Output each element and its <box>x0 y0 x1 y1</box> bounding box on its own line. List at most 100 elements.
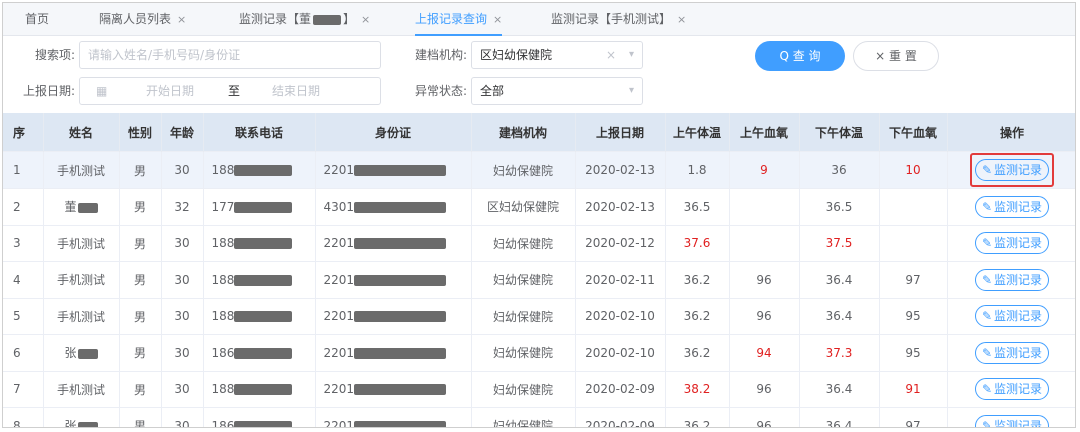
close-icon[interactable]: × <box>177 13 186 26</box>
table-row[interactable]: 6 张 男 30 186 2201 妇幼保健院 2020-02-10 36.2 94 37.3 95 ✎… <box>3 334 1075 371</box>
age-text: 30 <box>174 272 190 287</box>
table-row[interactable]: 1 手机测试 男 30 188 2201 妇幼保健院 2020-02-13 1.8 9 36 10 ✎ 监… <box>3 151 1075 189</box>
column-header: 性别 <box>119 113 162 152</box>
table-cell: 91 <box>879 370 948 408</box>
id-text: 2201 <box>323 236 355 251</box>
status-select[interactable]: 全部 ▾ <box>471 77 643 105</box>
monitor-record-button[interactable]: ✎ 监测记录 <box>974 268 1050 291</box>
tab-isolated-list[interactable]: 隔离人员列表 × <box>99 3 186 35</box>
pm-spo2-text: 91 <box>905 382 921 397</box>
date-end-input[interactable]: 结束日期 <box>272 78 320 104</box>
edit-pen-icon: ✎ <box>981 309 993 324</box>
pm-temp-text: 36.5 <box>825 199 853 214</box>
table-cell: 2020-02-09 <box>575 407 666 427</box>
app-frame: 首页 隔离人员列表 × 监测记录【董 】 × 上报记录查询 × 监测记录【手机测试】 × … <box>2 2 1076 428</box>
monitor-record-button[interactable]: ✎ 监测记录 <box>974 195 1050 218</box>
monitor-record-button[interactable]: ✎ 监测记录 <box>974 232 1050 255</box>
date-text: 2020-02-13 <box>585 163 655 177</box>
am-spo2-text: 9 <box>760 163 768 177</box>
age-text: 30 <box>174 345 190 360</box>
monitor-record-button[interactable]: ✎ 监测记录 <box>974 305 1050 328</box>
table-cell: 36.2 <box>665 334 730 371</box>
gender-text: 男 <box>133 309 146 324</box>
id-text: 2201 <box>323 163 355 177</box>
table-row[interactable]: 2 董 男 32 177 4301 区妇幼保健院 2020-02-13 36.5 36.5 ✎ 监测记… <box>3 188 1075 225</box>
masked-text <box>234 347 293 359</box>
masked-text <box>234 238 293 250</box>
table-cell: 男 <box>119 188 162 225</box>
tab-report-query[interactable]: 上报记录查询 × <box>415 3 503 36</box>
table-row[interactable]: 5 手机测试 男 30 188 2201 妇幼保健院 2020-02-10 36.2 96 36.4… <box>3 297 1075 335</box>
age-text: 30 <box>174 309 190 324</box>
row-index: 3 <box>13 236 21 251</box>
table-cell: 男 <box>119 334 162 371</box>
table-cell: 2 <box>3 188 44 225</box>
monitor-record-button[interactable]: ✎ 监测记录 <box>974 414 1050 428</box>
tab-home[interactable]: 首页 <box>25 3 49 35</box>
row-index: 1 <box>13 163 21 177</box>
date-start-input[interactable]: 开始日期 <box>146 78 194 104</box>
monitor-record-label: 监测记录 <box>994 418 1043 428</box>
org-text: 妇幼保健院 <box>492 346 553 361</box>
column-header: 年龄 <box>161 113 204 152</box>
table-cell: 2020-02-10 <box>575 297 666 335</box>
org-text: 妇幼保健院 <box>492 273 553 288</box>
clear-icon[interactable]: × <box>606 42 616 68</box>
table-cell: ✎ 监测记录 <box>947 297 1075 335</box>
monitor-record-button[interactable]: ✎ 监测记录 <box>974 159 1050 181</box>
table-cell: 妇幼保健院 <box>471 334 576 371</box>
gender-text: 男 <box>133 200 146 215</box>
table-cell: 188 <box>203 370 316 408</box>
table-row[interactable]: 8 张 男 30 186 2201 妇幼保健院 2020-02-09 36.2 96 36.4 97 ✎… <box>3 407 1075 428</box>
id-text: 2201 <box>323 418 355 428</box>
table-cell: 4 <box>3 261 44 298</box>
table-row[interactable]: 3 手机测试 男 30 188 2201 妇幼保健院 2020-02-12 37.6 37.5 ✎ 监… <box>3 224 1075 262</box>
search-button[interactable]: Q 查 询 <box>755 41 845 71</box>
row-index: 8 <box>13 418 21 428</box>
org-select[interactable]: 区妇幼保健院 × ▾ <box>471 41 643 69</box>
table-cell: 96 <box>729 370 800 408</box>
org-text: 妇幼保健院 <box>492 309 553 324</box>
age-text: 30 <box>174 418 190 428</box>
row-index: 5 <box>13 309 21 324</box>
table-cell: 6 <box>3 334 44 371</box>
table-cell: ✎ 监测记录 <box>947 370 1075 408</box>
phone-text: 188 <box>211 382 235 397</box>
table-cell: 2201 <box>315 407 472 428</box>
status-label: 异常状态: <box>415 84 468 98</box>
row-index: 7 <box>13 382 21 397</box>
name-text: 手机测试 <box>56 163 105 178</box>
table-cell: ✎ 监测记录 <box>947 188 1075 225</box>
pm-temp-text: 36.4 <box>825 272 853 287</box>
close-icon[interactable]: × <box>677 13 686 26</box>
id-text: 2201 <box>323 345 355 360</box>
table-cell: 2201 <box>315 334 472 371</box>
age-text: 32 <box>174 199 190 214</box>
tab-label: 监测记录【手机测试】 <box>551 12 672 26</box>
tab-label: 首页 <box>25 12 50 26</box>
id-text: 4301 <box>323 199 355 214</box>
table-cell: 手机测试 <box>43 297 120 335</box>
reset-button[interactable]: × 重 置 <box>853 41 939 71</box>
table-cell: 36.5 <box>665 188 730 225</box>
table-cell: 10 <box>879 151 948 189</box>
monitor-record-button[interactable]: ✎ 监测记录 <box>974 378 1050 401</box>
masked-text <box>313 14 342 25</box>
table-cell: 30 <box>161 151 204 189</box>
table-cell: 30 <box>161 224 204 262</box>
table-row[interactable]: 4 手机测试 男 30 188 2201 妇幼保健院 2020-02-11 36.2 96 36.4… <box>3 261 1075 298</box>
table-cell: 4301 <box>315 188 472 225</box>
table-row[interactable]: 7 手机测试 男 30 188 2201 妇幼保健院 2020-02-09 38.2 96 36.4… <box>3 370 1075 408</box>
monitor-record-button[interactable]: ✎ 监测记录 <box>974 341 1050 364</box>
close-icon[interactable]: × <box>493 13 502 26</box>
table-cell: 36.4 <box>799 261 880 298</box>
tab-monitor-phone-test[interactable]: 监测记录【手机测试】 × <box>551 3 686 35</box>
search-input[interactable]: 请输入姓名/手机号码/身份证 <box>79 41 381 69</box>
tab-monitor-dong[interactable]: 监测记录【董 】 × <box>239 3 370 35</box>
table-cell: 2201 <box>315 261 472 298</box>
date-range-picker[interactable]: ▦ 开始日期 至 结束日期 <box>79 77 381 105</box>
table-cell: 30 <box>161 370 204 408</box>
gender-text: 男 <box>133 346 146 361</box>
masked-text <box>234 165 293 176</box>
close-icon[interactable]: × <box>361 13 370 26</box>
